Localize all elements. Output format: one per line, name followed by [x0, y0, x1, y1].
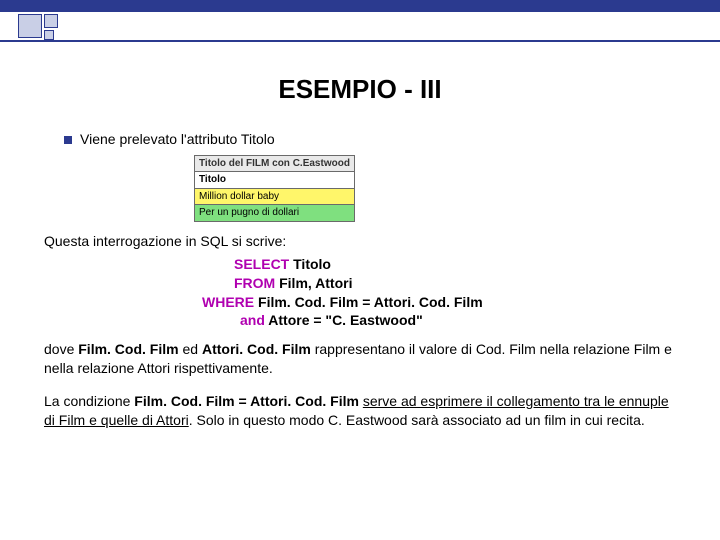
sql-keyword: SELECT	[234, 256, 289, 272]
text-bold: Film. Cod. Film	[78, 341, 178, 357]
decor-square-icon	[44, 14, 58, 28]
bullet-text: Viene prelevato l'attributo Titolo	[80, 130, 275, 149]
text-bold: Film. Cod. Film = Attori. Cod. Film	[134, 393, 363, 409]
slide-body: Viene prelevato l'attributo Titolo Titol…	[44, 130, 676, 430]
sql-text: Film. Cod. Film = Attori. Cod. Film	[254, 294, 483, 310]
text: dove	[44, 341, 78, 357]
text-bold: Attori. Cod. Film	[202, 341, 311, 357]
text: . Solo in questo modo C. Eastwood sarà a…	[189, 412, 645, 428]
sql-keyword: WHERE	[202, 294, 254, 310]
table-caption: Titolo del FILM con C.Eastwood	[195, 155, 355, 172]
paragraph: dove Film. Cod. Film ed Attori. Cod. Fil…	[44, 340, 676, 378]
text: ed	[179, 341, 202, 357]
text: La condizione	[44, 393, 134, 409]
intro-text: Questa interrogazione in SQL si scrive:	[44, 232, 676, 251]
table-row: Million dollar baby	[195, 188, 355, 205]
bullet-line: Viene prelevato l'attributo Titolo	[64, 130, 676, 149]
top-stripe	[0, 0, 720, 12]
bullet-icon	[64, 136, 72, 144]
result-table: Titolo del FILM con C.Eastwood Titolo Mi…	[194, 155, 676, 222]
sql-text: Attore = "C. Eastwood"	[265, 312, 423, 328]
slide-title: ESEMPIO - III	[0, 74, 720, 105]
paragraph: La condizione Film. Cod. Film = Attori. …	[44, 392, 676, 430]
column-header: Titolo	[195, 172, 355, 189]
sql-block: SELECT Titolo FROM Film, Attori WHERE Fi…	[234, 255, 676, 331]
sql-text: Titolo	[289, 256, 331, 272]
slide: ESEMPIO - III Viene prelevato l'attribut…	[0, 0, 720, 540]
underline	[0, 40, 720, 42]
decor-square-icon	[44, 30, 54, 40]
sql-text: Film, Attori	[275, 275, 352, 291]
table-row: Per un pugno di dollari	[195, 205, 355, 222]
decor-square-icon	[18, 14, 42, 38]
sql-keyword: FROM	[234, 275, 275, 291]
sql-keyword: and	[240, 312, 265, 328]
